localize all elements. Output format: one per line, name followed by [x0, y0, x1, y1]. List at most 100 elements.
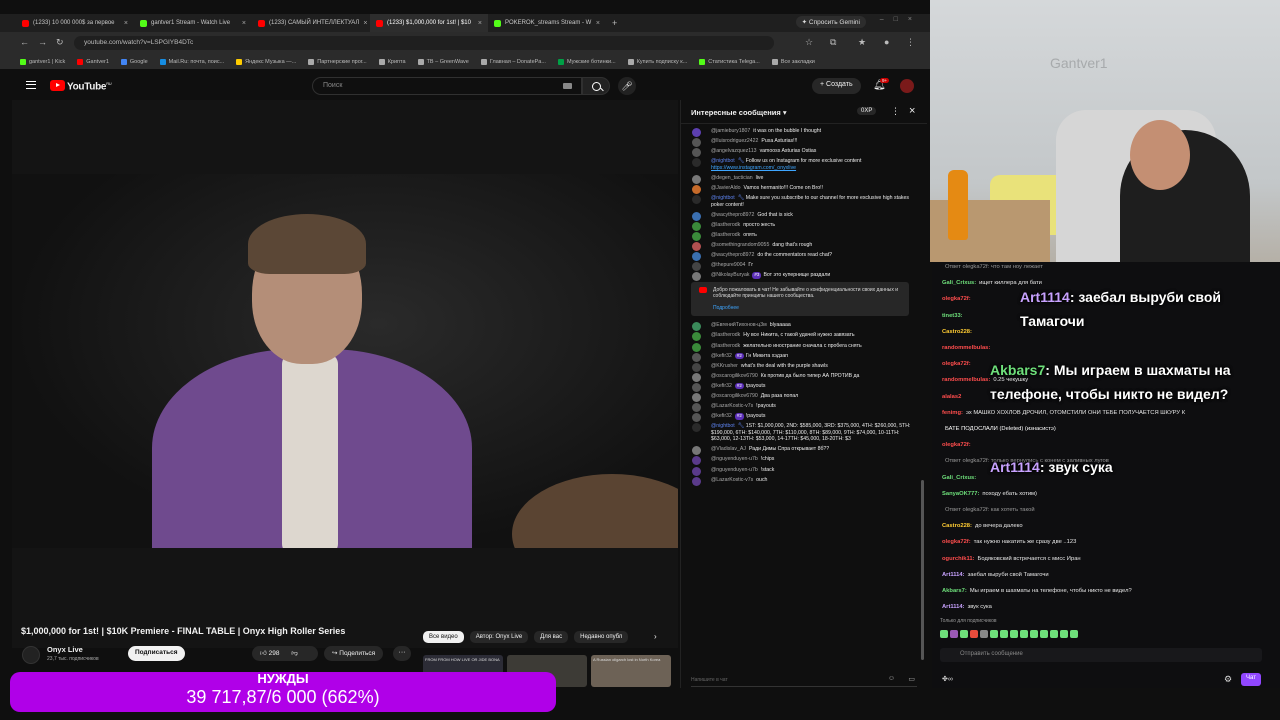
filter-chip[interactable]: Автор: Onyx Live — [469, 631, 529, 643]
chat-author[interactable]: @kefir32 — [711, 383, 732, 389]
emote-icon[interactable] — [940, 630, 948, 638]
chat-close-icon[interactable]: × — [909, 105, 915, 117]
chat-author[interactable]: @lluisrodriguez2422 — [711, 138, 758, 144]
channel-avatar[interactable] — [22, 646, 40, 664]
emote-icon[interactable] — [1000, 630, 1008, 638]
chat-link[interactable]: https://www.instagram.com/_onyxlive — [711, 165, 796, 171]
xp-badge[interactable]: 0XP — [857, 107, 877, 115]
emote-icon[interactable] — [980, 630, 988, 638]
chat-avatar[interactable] — [692, 382, 701, 392]
chat-author[interactable]: @jamiebury1807 — [711, 128, 750, 134]
chat-avatar[interactable] — [692, 221, 701, 231]
stream-chat-username[interactable]: Art1114: — [942, 572, 965, 578]
stream-chat-username[interactable]: Gali_Crixus: — [942, 280, 976, 286]
chat-author[interactable]: @kefir32 — [711, 353, 732, 359]
chat-author[interactable]: @lastherodk — [711, 222, 740, 228]
chat-author[interactable]: @Vladislav_AJ — [711, 446, 746, 452]
browser-tab[interactable]: (1233) 10 000 000$ за первое × — [16, 14, 134, 32]
chat-avatar[interactable] — [692, 403, 701, 413]
browser-tab[interactable]: (1233) САМЫЙ ИНТЕЛЛЕКТУАЛ × — [252, 14, 370, 32]
stream-chat-username[interactable]: olegka72f: — [942, 442, 971, 448]
keyboard-icon[interactable] — [563, 83, 572, 89]
stream-chat-username[interactable]: olegka72f: — [942, 539, 971, 545]
chat-avatar[interactable] — [692, 231, 701, 241]
microphone-icon[interactable]: 🎤︎ — [618, 77, 636, 95]
bookmark-item[interactable]: gantver1 | Kick — [20, 58, 65, 65]
bookmark-item[interactable]: Mail.Ru: почта, поис... — [159, 58, 224, 65]
bookmark-item[interactable]: Мужские ботинки... — [557, 58, 616, 65]
chat-avatar[interactable] — [692, 413, 701, 423]
address-bar[interactable]: youtube.com/watch?v=LSPGIYB4DTc — [74, 36, 774, 50]
stream-chat-send-button[interactable]: Чат — [1241, 673, 1261, 686]
like-button[interactable]: 👍︎ 298 👎︎ — [252, 646, 318, 661]
stream-chat-points-icon[interactable]: ✤∞ — [942, 675, 953, 683]
more-actions-button[interactable]: ··· — [393, 646, 411, 661]
chat-avatar[interactable] — [692, 195, 701, 205]
emote-icon[interactable] — [1010, 630, 1018, 638]
stream-chat-username[interactable]: olegka72f: — [942, 296, 971, 302]
stream-chat-username[interactable]: randommelbulas: — [942, 377, 990, 383]
chat-author[interactable]: @wacythepro8972 — [711, 212, 754, 218]
chat-avatar[interactable] — [692, 332, 701, 342]
filter-chip[interactable]: Для вас — [534, 631, 569, 643]
chat-author[interactable]: @wacythepro8972 — [711, 252, 754, 258]
chat-input[interactable]: Напишите в чат ☺ ▭ — [691, 675, 917, 687]
gemini-button[interactable]: ✦ Спросить Gemini — [795, 16, 866, 28]
chat-author[interactable]: @kefir32 — [711, 413, 732, 419]
channel-name[interactable]: Onyx Live — [47, 645, 83, 654]
video-thumbnail[interactable]: A Russian oligarch lost in North Korea — [591, 655, 671, 687]
bookmark-item[interactable]: Главная – DonatePa... — [480, 58, 546, 65]
stream-chat-username[interactable]: olegka72f: — [942, 361, 971, 367]
chat-avatar[interactable] — [692, 423, 701, 433]
stream-chat-username[interactable]: SanyaOK777: — [942, 491, 979, 497]
stream-chat-username[interactable]: fenimg: — [942, 410, 963, 416]
bookmark-item[interactable]: Все закладки — [771, 58, 815, 65]
window-controls[interactable]: –□× — [880, 16, 922, 23]
chat-author[interactable]: @degen_tactician — [711, 175, 753, 181]
user-avatar[interactable] — [900, 79, 914, 93]
filter-chip[interactable]: Все видео — [423, 631, 464, 643]
emoji-icon[interactable]: ☺ — [888, 675, 895, 682]
tab-close-icon[interactable]: × — [596, 20, 600, 27]
youtube-logo-icon[interactable] — [50, 80, 65, 91]
emote-icon[interactable] — [1060, 630, 1068, 638]
chat-avatar[interactable] — [692, 158, 701, 168]
chat-avatar[interactable] — [692, 392, 701, 402]
chat-author[interactable]: @ЕвгенийТихонов-ц3м — [711, 322, 767, 328]
back-icon[interactable]: ← — [20, 37, 29, 47]
extension-2-icon[interactable]: ★ — [858, 37, 866, 48]
stream-chat-username[interactable]: Akbars7: — [942, 588, 967, 594]
youtube-logo-text[interactable]: YouTubeRU — [67, 81, 112, 92]
notice-more-link[interactable]: Подробнее — [713, 305, 903, 311]
emote-icon[interactable] — [1020, 630, 1028, 638]
chat-avatar[interactable] — [692, 372, 701, 382]
emote-icon[interactable] — [970, 630, 978, 638]
chat-mode-dropdown[interactable]: Интересные сообщения ▾ — [691, 108, 787, 117]
bookmark-item[interactable]: Купить подписку к... — [627, 58, 687, 65]
chat-avatar[interactable] — [692, 138, 701, 148]
chat-author[interactable]: @lastherodk — [711, 332, 740, 338]
reload-icon[interactable]: ↻ — [56, 37, 64, 48]
gift-icon[interactable]: ▭ — [908, 675, 915, 683]
filter-chip[interactable]: Недавно опубл — [574, 631, 629, 643]
chat-avatar[interactable] — [692, 174, 701, 184]
chip-next-icon[interactable]: › — [654, 632, 657, 641]
bookmark-item[interactable]: Gantver1 — [77, 58, 109, 65]
chat-author[interactable]: @oscarogilikov6790 — [711, 373, 758, 379]
stream-chat-username[interactable]: Castro228: — [942, 523, 972, 529]
profile-icon[interactable]: ● — [884, 37, 889, 47]
bookmark-item[interactable]: Google — [120, 58, 148, 65]
chat-avatar[interactable] — [692, 456, 701, 466]
chat-author[interactable]: @lastherodk — [711, 343, 740, 349]
chat-author[interactable]: @LazarKostic-v7s — [711, 477, 753, 483]
chat-author[interactable]: @lastherodk — [711, 232, 740, 238]
browser-tab[interactable]: gantver1 Stream - Watch Live × — [134, 14, 252, 32]
bookmark-star-icon[interactable]: ☆ — [805, 37, 813, 48]
emote-icon[interactable] — [990, 630, 998, 638]
tab-close-icon[interactable]: × — [363, 20, 367, 27]
stream-chat-username[interactable]: Gali_Crixus: — [942, 475, 976, 481]
bookmark-item[interactable]: TB – GreenWave — [417, 58, 469, 65]
chat-author[interactable]: @LazarKostic-v7s — [711, 403, 753, 409]
chat-avatar[interactable] — [692, 446, 701, 456]
stream-chat-settings-icon[interactable]: ⚙ — [1224, 674, 1232, 685]
